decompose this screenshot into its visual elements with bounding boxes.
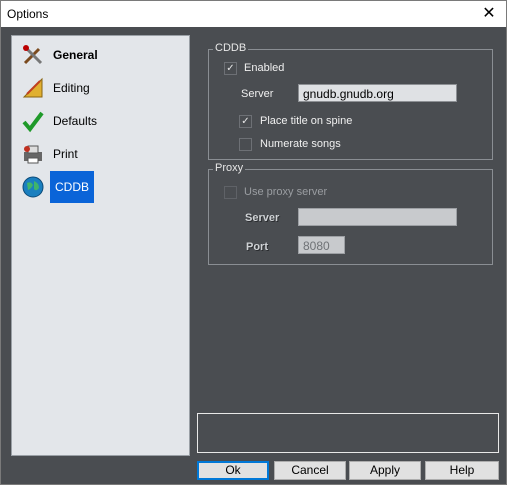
sidebar-item-label: Editing (53, 81, 90, 95)
proxy-port-label: Port (246, 241, 268, 253)
close-icon[interactable]: ✕ (472, 1, 506, 27)
proxy-server-label: Server (245, 212, 280, 224)
sidebar-item-label: Print (53, 147, 78, 161)
title-bar[interactable]: Options ✕ (1, 1, 506, 27)
green-checkmark-icon (20, 108, 46, 134)
server-label: Server (241, 88, 274, 100)
tools-icon (20, 42, 46, 68)
enabled-label: Enabled (244, 62, 285, 74)
numerate-songs-label: Numerate songs (260, 138, 341, 150)
use-proxy-checkbox[interactable] (224, 186, 237, 199)
window-title: Options (7, 7, 49, 21)
apply-button[interactable]: Apply (349, 461, 421, 480)
sidebar-item-general[interactable]: General (20, 39, 101, 71)
proxy-server-input[interactable] (298, 208, 457, 226)
status-box (197, 413, 499, 453)
ruler-pencil-icon (20, 75, 46, 101)
sidebar-item-label: Defaults (53, 114, 98, 128)
place-title-checkbox[interactable]: ✓ (239, 115, 252, 128)
proxy-port-input[interactable]: 8080 (298, 236, 345, 254)
help-button[interactable]: Help (425, 461, 499, 480)
use-proxy-label: Use proxy server (244, 186, 328, 198)
dialog-client: General Editing Defaults Print CDDB CDDB… (1, 27, 506, 484)
printer-icon (20, 141, 46, 167)
options-dialog: Options ✕ General Editing Defaults Print… (0, 0, 507, 485)
cddb-server-input[interactable]: gnudb.gnudb.org (298, 84, 457, 102)
proxy-group-legend: Proxy (213, 162, 246, 174)
ok-button[interactable]: Ok (197, 461, 269, 480)
cddb-group-legend: CDDB (213, 42, 249, 54)
cancel-button[interactable]: Cancel (274, 461, 346, 480)
sidebar-item-defaults[interactable]: Defaults (20, 105, 100, 137)
enabled-checkbox[interactable]: ✓ (224, 62, 237, 75)
sidebar: General Editing Defaults Print CDDB (11, 35, 190, 456)
place-title-label: Place title on spine (260, 115, 353, 127)
numerate-songs-checkbox[interactable] (239, 138, 252, 151)
sidebar-item-print[interactable]: Print (20, 138, 81, 170)
sidebar-item-cddb[interactable]: CDDB (20, 171, 95, 203)
sidebar-item-label: CDDB (50, 171, 95, 203)
sidebar-item-editing[interactable]: Editing (20, 72, 93, 104)
globe-icon (20, 174, 46, 200)
sidebar-item-label: General (53, 48, 98, 62)
